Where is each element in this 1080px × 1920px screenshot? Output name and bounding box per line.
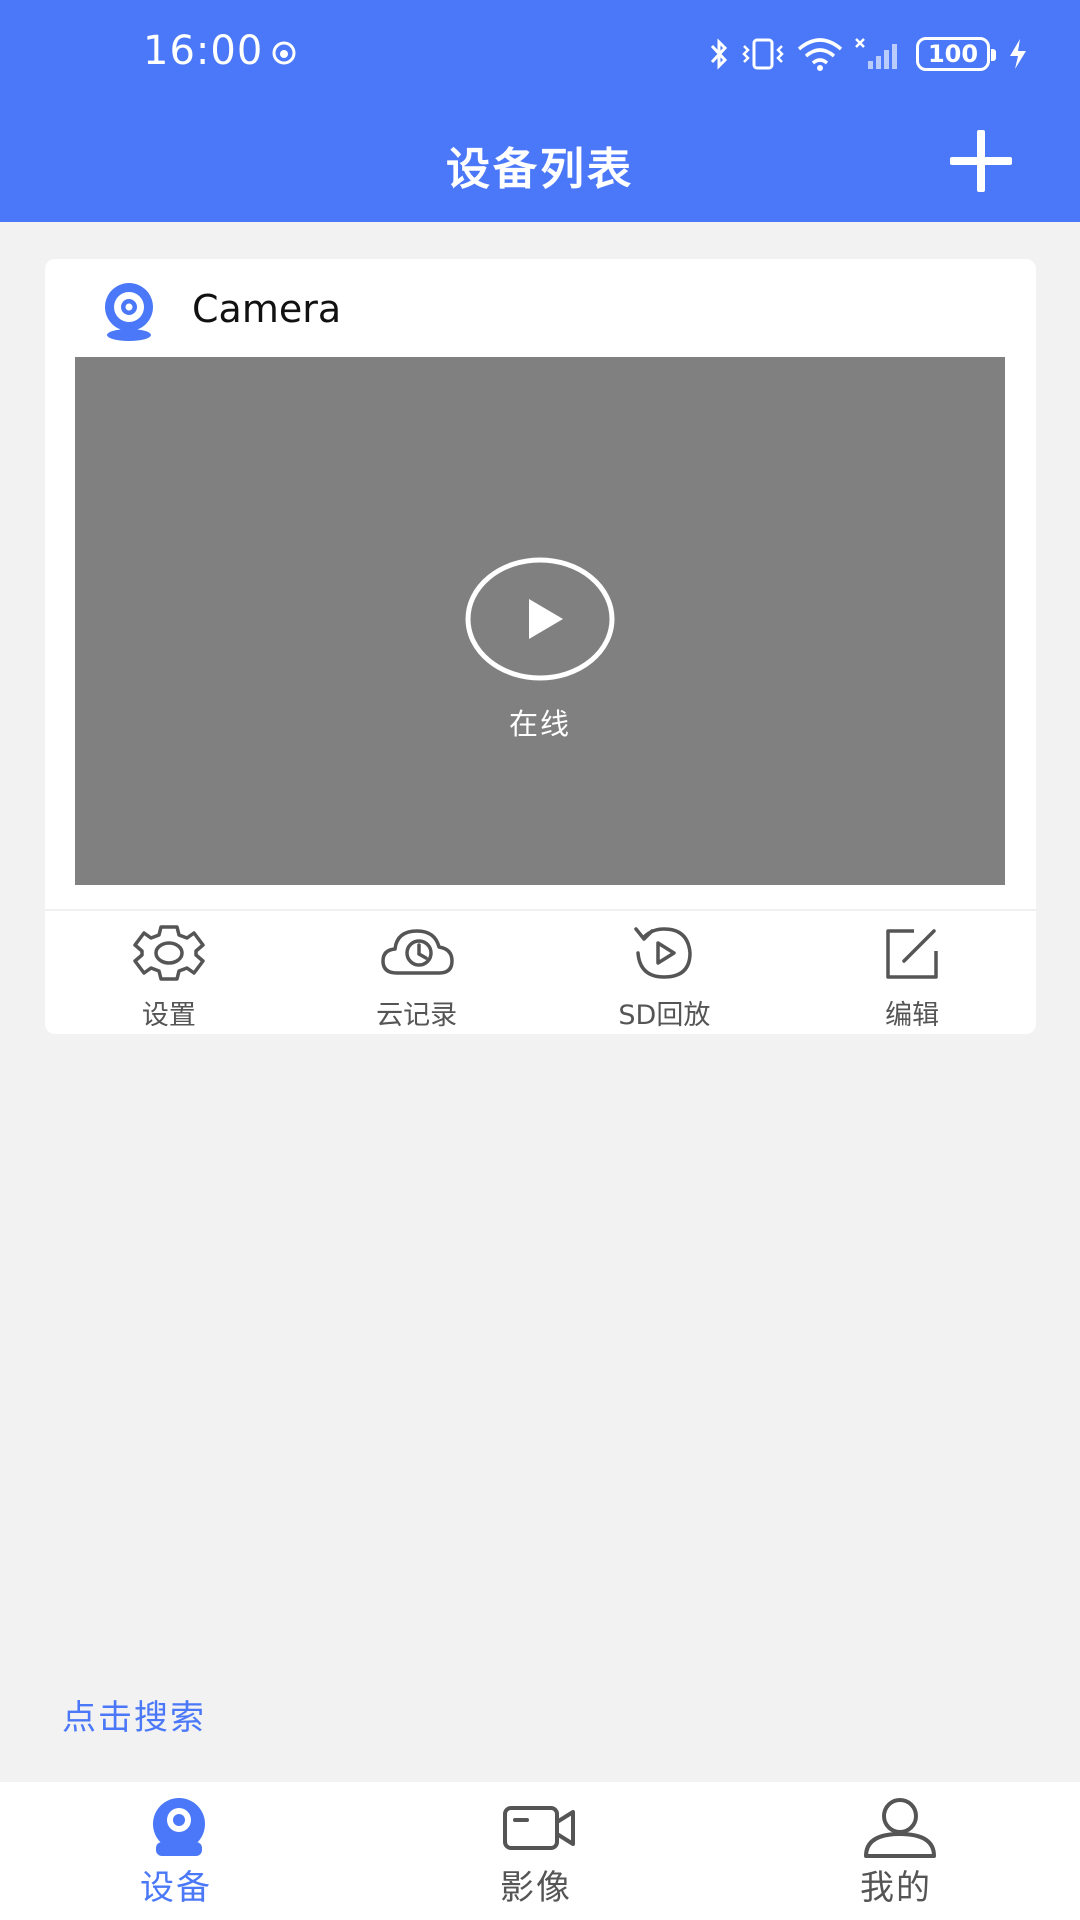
tab-label: 影像 — [500, 1868, 572, 1908]
plus-icon — [950, 130, 1012, 192]
cloud-record-button[interactable]: 云记录 — [293, 911, 541, 1034]
status-time: 16:00 — [143, 28, 264, 74]
charging-icon — [1010, 39, 1026, 69]
vibrate-icon — [742, 38, 784, 70]
tab-label: 我的 — [860, 1868, 932, 1908]
action-label: 设置 — [141, 1000, 196, 1031]
add-device-button[interactable] — [944, 124, 1018, 198]
cellular-signal-icon — [855, 38, 897, 69]
status-bar: 16:00 100 — [0, 0, 1080, 100]
tab-media[interactable]: 影像 — [360, 1782, 720, 1920]
status-icons: 100 — [708, 34, 1030, 74]
battery-indicator: 100 — [916, 37, 996, 71]
video-preview[interactable]: 在线 — [75, 357, 1005, 885]
battery-level: 100 — [927, 40, 979, 68]
device-actions: 设置 云记录 SD回放 编辑 — [45, 911, 1036, 1034]
gear-icon — [133, 925, 205, 981]
tab-devices[interactable]: 设备 — [0, 1782, 360, 1920]
tab-label: 设备 — [140, 1868, 212, 1908]
tab-profile[interactable]: 我的 — [720, 1782, 1080, 1920]
camera-icon — [153, 1798, 205, 1856]
device-card: Camera 在线 设置 云记录 SD回放 编辑 — [45, 259, 1036, 1034]
app-header: 设备列表 — [0, 100, 1080, 222]
device-status: 在线 — [508, 707, 571, 741]
person-icon — [864, 1798, 936, 1858]
settings-button[interactable]: 设置 — [45, 911, 293, 1034]
wifi-icon — [797, 38, 843, 71]
bottom-tab-bar: 设备 影像 我的 — [0, 1782, 1080, 1920]
cloud-clock-icon — [380, 929, 454, 975]
page-title: 设备列表 — [446, 144, 634, 195]
sd-playback-button[interactable]: SD回放 — [541, 911, 789, 1034]
play-button[interactable] — [465, 557, 615, 681]
bluetooth-icon — [710, 38, 728, 70]
edit-button[interactable]: 编辑 — [788, 911, 1036, 1034]
edit-icon — [886, 929, 938, 979]
camera-icon — [105, 283, 153, 341]
replay-icon — [634, 927, 693, 979]
play-icon — [529, 599, 563, 639]
device-name: Camera — [192, 287, 342, 331]
notification-eye-icon — [272, 41, 296, 65]
action-label: SD回放 — [618, 1000, 711, 1031]
video-icon — [503, 1806, 575, 1850]
search-link[interactable]: 点击搜索 — [62, 1690, 206, 1739]
action-label: 编辑 — [885, 1000, 940, 1031]
action-label: 云记录 — [376, 1000, 458, 1031]
